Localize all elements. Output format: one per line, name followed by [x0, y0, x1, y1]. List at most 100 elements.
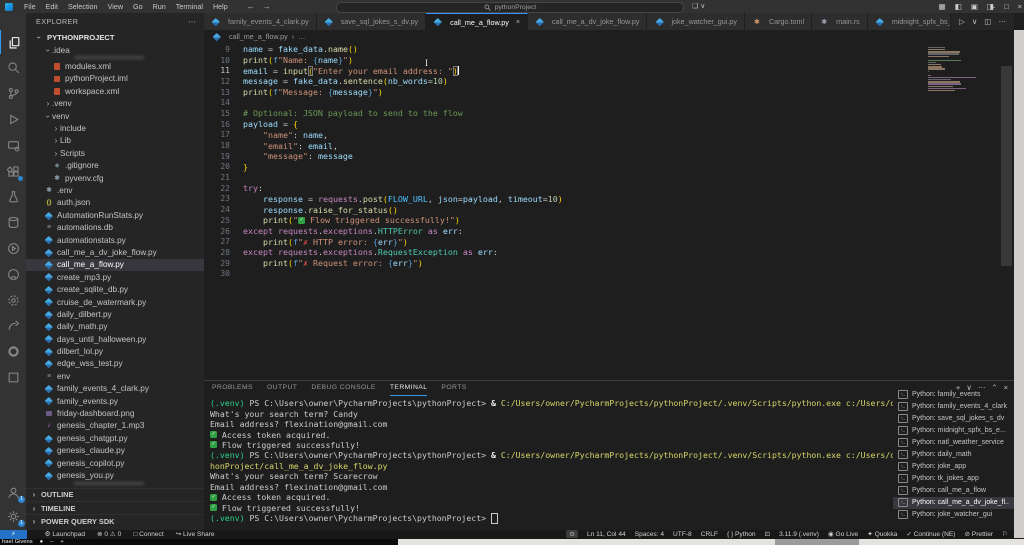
status-continue-ext[interactable]: ✓ Continue (NE): [906, 530, 955, 538]
panel-tab-debug-console[interactable]: DEBUG CONSOLE: [311, 384, 376, 396]
tab-call-me-a-flow-py[interactable]: call_me_a_flow.py×: [426, 13, 528, 30]
terminal-instance-5[interactable]: ›_Python: daily_math: [893, 448, 1014, 460]
tab-save-sql-jokes-s-dv-py[interactable]: save_sql_jokes_s_dv.py: [317, 13, 426, 30]
tree-item--idea[interactable]: ›.idea: [26, 44, 204, 56]
minimap[interactable]: [928, 47, 994, 94]
section-outline[interactable]: ›OUTLINE: [26, 488, 204, 501]
layout-icon-0[interactable]: ▦: [939, 2, 946, 11]
tree-item-automationstats-py[interactable]: automationstats.py: [26, 234, 204, 246]
menu-file[interactable]: File: [19, 2, 41, 11]
tree-item-create-mp3-py[interactable]: create_mp3.py: [26, 271, 204, 283]
status-copilot[interactable]: ⊡: [765, 530, 771, 538]
terminal-instance-3[interactable]: ›_Python: midnight_spfx_bs_e...: [893, 424, 1014, 436]
back-icon[interactable]: ←: [247, 2, 255, 11]
tree-item-genesis-you-py[interactable]: genesis_you.py: [26, 469, 204, 481]
tree-item-friday-dashboard-png[interactable]: friday-dashboard.png: [26, 407, 204, 419]
minimize-button[interactable]: –: [991, 2, 995, 11]
terminal-instance-7[interactable]: ›_Python: tk_jokes_app: [893, 473, 1014, 485]
tree-item-edge-wss-test-py[interactable]: edge_wss_test.py: [26, 358, 204, 370]
tree-item-workspace-xml[interactable]: workspace.xml: [26, 85, 204, 97]
tree-item-days-until-halloween-py[interactable]: days_until_halloween.py: [26, 333, 204, 345]
status-eol[interactable]: CRLF: [701, 531, 718, 538]
tree-item-call-me-a-dv-joke-flow-py[interactable]: call_me_a_dv_joke_flow.py: [26, 246, 204, 258]
new-window-icon[interactable]: ❏ ∨: [692, 2, 705, 10]
panel-tab-output[interactable]: OUTPUT: [267, 384, 297, 396]
status-launchpad[interactable]: ⚙ Launchpad: [45, 530, 85, 538]
terminal-instance-4[interactable]: ›_Python: natl_weather_service: [893, 436, 1014, 448]
status-remote-indicator[interactable]: ⚡: [0, 530, 27, 539]
tree-item-genesis-chatgpt-py[interactable]: genesis_chatgpt.py: [26, 432, 204, 444]
share-arrow-icon[interactable]: [0, 314, 26, 338]
ring-icon[interactable]: [0, 340, 26, 364]
status-prettier[interactable]: ⊘ Prettier: [964, 530, 993, 538]
restore-button[interactable]: □: [1004, 2, 1009, 11]
live-preview-icon[interactable]: [0, 236, 26, 260]
status-go-live[interactable]: ◉ Go Live: [828, 530, 858, 538]
tree-item-daily-math-py[interactable]: daily_math.py: [26, 321, 204, 333]
status-quokka[interactable]: ✦ Quokka: [867, 530, 897, 538]
square-tool-icon[interactable]: [0, 365, 26, 389]
editor-scrollbar[interactable]: [1001, 66, 1012, 266]
tab-joke-watcher-gui-py[interactable]: joke_watcher_gui.py: [647, 13, 745, 30]
tree-item-genesis-chapter-1-mp3[interactable]: ♪genesis_chapter_1.mp3: [26, 420, 204, 432]
run-dropdown-icon[interactable]: ∨: [972, 17, 978, 26]
tree-item-create-sqlite-db-py[interactable]: create_sqlite_db.py: [26, 283, 204, 295]
search-icon[interactable]: [0, 56, 26, 80]
menu-terminal[interactable]: Terminal: [171, 2, 208, 11]
database-icon[interactable]: [0, 211, 26, 235]
code-editor[interactable]: 9name = fake_data.name()10print(f"Name: …: [204, 44, 990, 380]
status-problems[interactable]: ⊗ 0 ⚠ 0: [97, 530, 121, 538]
tree-item-genesis-claude-py[interactable]: genesis_claude.py: [26, 445, 204, 457]
tree-item-automations-db[interactable]: ≡automations.db: [26, 221, 204, 233]
tree-item-daily-dilbert-py[interactable]: daily_dilbert.py: [26, 308, 204, 320]
layout-icon-2[interactable]: ▣: [971, 2, 978, 11]
forward-icon[interactable]: →: [263, 2, 271, 11]
menu-view[interactable]: View: [103, 2, 128, 11]
tree-item-include[interactable]: ›include: [26, 122, 204, 134]
menu-edit[interactable]: Edit: [41, 2, 63, 11]
tree-item-call-me-a-flow-py[interactable]: call_me_a_flow.py: [26, 259, 204, 271]
terminal-instance-9[interactable]: ›_Python: call_me_a_dv_joke_fl..: [893, 497, 1014, 509]
testing-icon[interactable]: [0, 185, 26, 209]
section-timeline[interactable]: ›TIMELINE: [26, 501, 204, 514]
zoom-in-button[interactable]: +: [60, 539, 63, 545]
terminal-instance-6[interactable]: ›_Python: joke_app: [893, 461, 1014, 473]
tree-item--env[interactable]: ✱.env: [26, 184, 204, 196]
tree-item-lib[interactable]: ›Lib: [26, 135, 204, 147]
tree-item-cruise-de-watermark-py[interactable]: cruise_de_watermark.py: [26, 296, 204, 308]
tree-item-auth-json[interactable]: {}auth.json: [26, 197, 204, 209]
terminal-output[interactable]: (.venv) PS C:\Users\owner\PycharmProject…: [210, 398, 1010, 523]
account-icon[interactable]: 1: [0, 480, 26, 504]
close-icon[interactable]: ×: [516, 19, 520, 26]
status-language-mode[interactable]: { } Python: [727, 531, 756, 538]
status-encoding[interactable]: UTF-8: [673, 531, 692, 538]
extensions-icon[interactable]: [0, 159, 26, 183]
explorer-more-icon[interactable]: ⋯: [188, 17, 196, 26]
status-python-interpreter[interactable]: 3.11.9 (.venv): [779, 531, 819, 538]
status-indentation[interactable]: Spaces: 4: [635, 531, 664, 538]
explorer-icon[interactable]: [0, 30, 27, 54]
tree-item-pythonproject-iml[interactable]: pythonProject.iml: [26, 73, 204, 85]
terminal-instance-2[interactable]: ›_Python: save_sql_jokes_s_dv: [893, 412, 1014, 424]
panel-tab-ports[interactable]: PORTS: [441, 384, 466, 396]
tree-item-family-events-py[interactable]: family_events.py: [26, 395, 204, 407]
status-cursor-position[interactable]: Ln 11, Col 44: [587, 531, 626, 538]
terminal-instance-10[interactable]: ›_Python: joke_watcher_gui: [893, 509, 1014, 521]
tree-item-env[interactable]: ≡env: [26, 370, 204, 382]
tree-item--gitignore[interactable]: ◆.gitignore: [26, 160, 204, 172]
menu-help[interactable]: Help: [208, 2, 233, 11]
tree-item-family-events-4-clark-py[interactable]: family_events_4_clark.py: [26, 383, 204, 395]
tab-midnight-spfx-bs-email[interactable]: midnight_spfx_bs_email: [868, 13, 951, 30]
tab-main-rs[interactable]: ✱main.rs: [812, 13, 868, 30]
menu-run[interactable]: Run: [148, 2, 171, 11]
tree-item-venv[interactable]: ›venv: [26, 110, 204, 122]
sprocket-icon[interactable]: [0, 288, 26, 312]
tree-item-dilbert-lol-py[interactable]: dilbert_lol.py: [26, 345, 204, 357]
remote-explorer-icon[interactable]: [0, 133, 26, 157]
layout-icon-1[interactable]: ◧: [955, 2, 962, 11]
tree-item--venv[interactable]: ›.venv: [26, 98, 204, 110]
tab-cargo-toml[interactable]: ✱Cargo.toml: [745, 13, 812, 30]
status-notifications[interactable]: ⚐: [1002, 530, 1008, 538]
run-debug-icon[interactable]: [0, 107, 26, 131]
menu-go[interactable]: Go: [128, 2, 148, 11]
